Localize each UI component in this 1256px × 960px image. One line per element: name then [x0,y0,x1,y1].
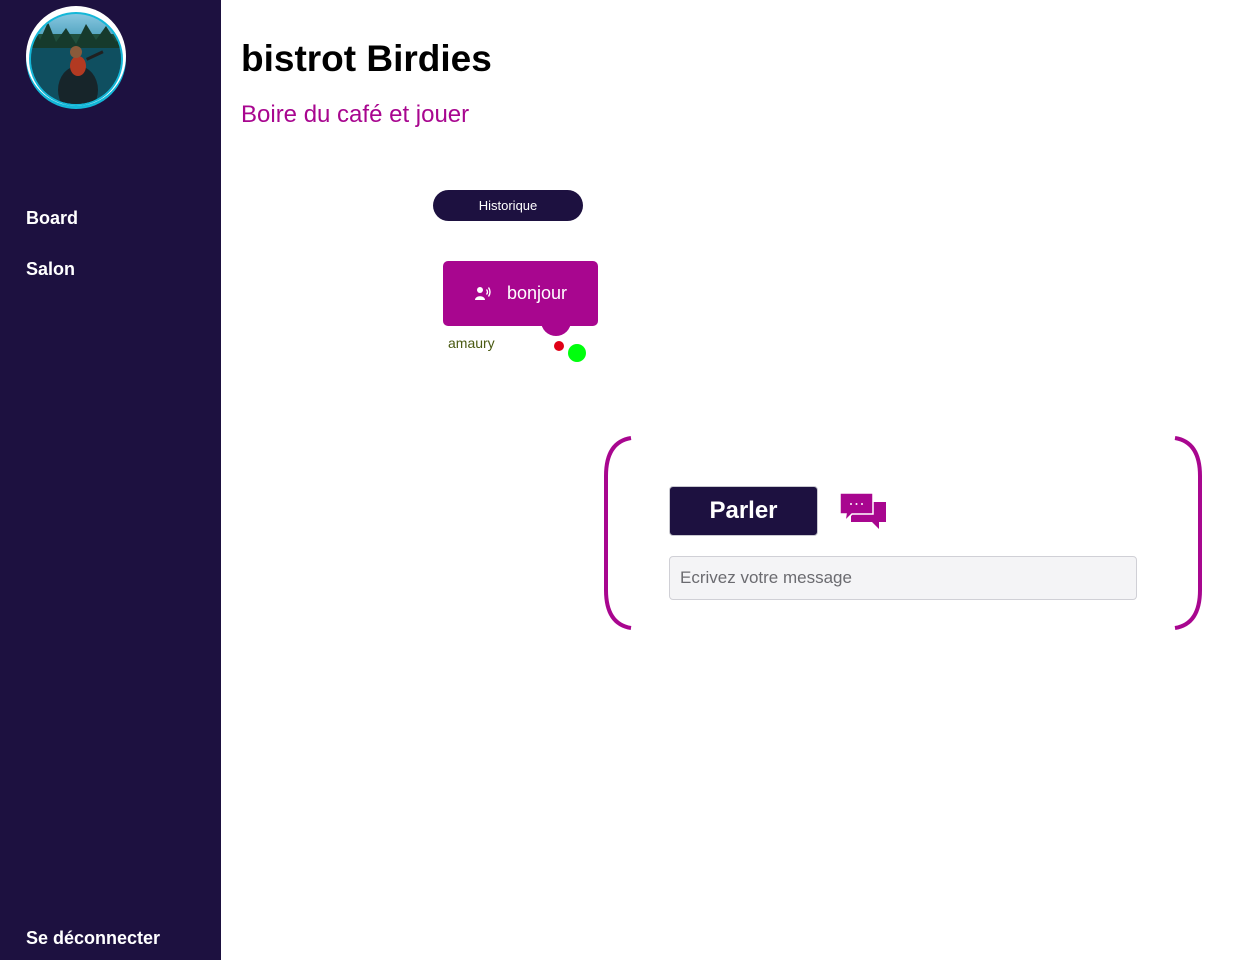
sidebar: Board Salon Se déconnecter [0,0,221,960]
logout-link[interactable]: Se déconnecter [26,928,160,949]
message-text: bonjour [506,283,568,303]
page-subtitle: Boire du café et jouer [241,101,470,128]
status-dot-red [554,341,564,351]
speak-button[interactable]: Parler [669,486,818,536]
status-dot-green [568,344,586,362]
page-title: bistrot Birdies [241,38,492,79]
sidebar-item-board[interactable]: Board [26,208,78,229]
avatar-image [26,6,126,109]
history-button[interactable]: Historique [433,190,583,221]
message-input[interactable] [669,556,1137,600]
message-author: amaury [448,335,495,351]
chat-bubbles-icon[interactable] [839,492,887,530]
avatar[interactable] [26,4,126,114]
sidebar-item-salon[interactable]: Salon [26,259,75,280]
message-bubble[interactable]: bonjour [443,261,598,326]
speaker-user-icon[interactable] [474,285,492,303]
